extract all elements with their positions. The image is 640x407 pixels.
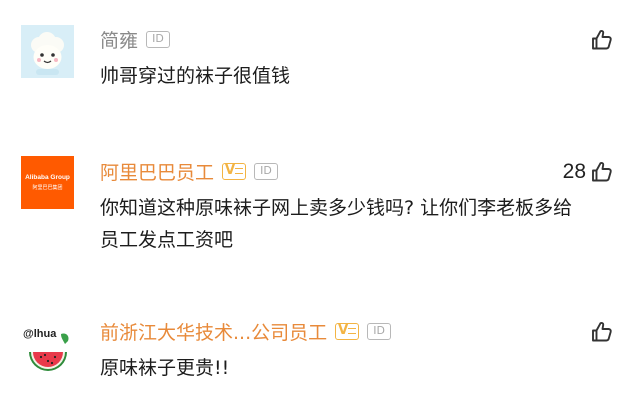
id-badge: ID — [146, 30, 171, 48]
comment-text: 帅哥穿过的袜子很值钱 — [100, 65, 291, 87]
like-button[interactable]: 28 — [563, 160, 614, 184]
alibaba-logo-subtext: 阿里巴巴集团 — [32, 185, 63, 191]
comment-item: 简雍 ID 帅哥穿过的袜子很值钱 — [0, 24, 640, 99]
thumbs-up-icon — [592, 162, 612, 182]
comment-item: Alibaba Group 阿里巴巴集团 阿里巴巴员工 V ID 你知道这种原味… — [0, 156, 640, 266]
author-name[interactable]: 前浙江大华技术...公司员工 — [100, 318, 327, 345]
id-badge: ID — [254, 162, 279, 180]
sheep-avatar-icon — [21, 25, 74, 78]
verified-employee-badge-icon: V — [335, 322, 360, 340]
comment-text: 你知道这种原味袜子网上卖多少钱吗? 让你们李老板多给员工发点工资吧 — [100, 197, 573, 251]
avatar[interactable]: Alibaba Group 阿里巴巴集团 — [21, 156, 74, 209]
thumbs-up-icon — [592, 322, 612, 342]
avatar[interactable]: @lhua — [21, 324, 74, 377]
like-button[interactable] — [586, 28, 614, 52]
author-name[interactable]: 阿里巴巴员工 — [100, 158, 214, 185]
alibaba-logo-icon — [21, 156, 74, 209]
comment-item: @lhua 前浙江大华技术...公司员工 V ID 原味袜子更贵!! — [0, 316, 640, 396]
author-name[interactable]: 简雍 — [100, 26, 138, 53]
author-row: 前浙江大华技术...公司员工 V ID — [100, 316, 392, 346]
author-row: 阿里巴巴员工 V ID — [100, 156, 279, 186]
comment-text: 原味袜子更贵!! — [100, 357, 230, 379]
alibaba-logo-text: Alibaba Group — [25, 174, 70, 181]
like-count: 28 — [562, 160, 586, 183]
verified-employee-badge-icon: V — [222, 162, 247, 180]
avatar[interactable] — [21, 25, 74, 78]
thumbs-up-icon — [592, 30, 612, 50]
id-badge: ID — [367, 322, 392, 340]
watermelon-avatar-text: @lhua — [23, 328, 57, 340]
author-row: 简雍 ID — [100, 24, 171, 54]
like-button[interactable] — [586, 320, 614, 344]
